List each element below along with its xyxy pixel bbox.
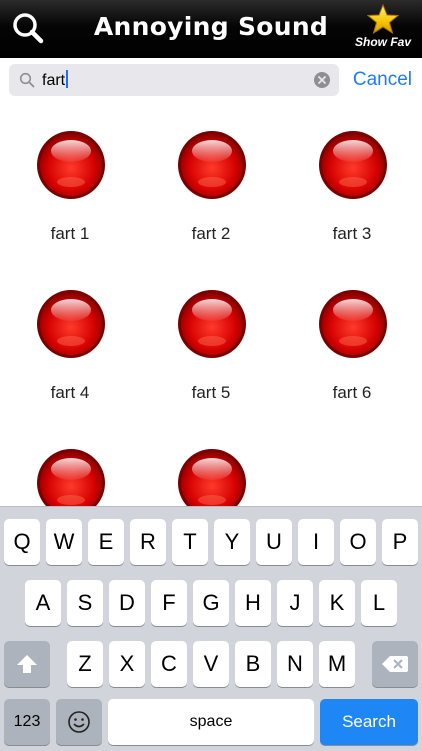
key-l[interactable]: L xyxy=(361,580,397,626)
sound-play-button[interactable] xyxy=(36,289,106,359)
show-fav-label: Show Fav xyxy=(354,35,411,49)
search-row: fart Cancel xyxy=(0,58,422,104)
sound-grid: fart 1 fart 2 fart 3 fart 4 fart 5 fart 6 xyxy=(0,104,422,506)
key-g[interactable]: G xyxy=(193,580,229,626)
key-q[interactable]: Q xyxy=(4,519,40,565)
shift-key[interactable] xyxy=(4,641,50,687)
key-z[interactable]: Z xyxy=(67,641,103,687)
sound-item: fart 6 xyxy=(282,263,422,413)
top-bar: Annoying Sound Show Fav xyxy=(0,0,422,58)
backspace-icon xyxy=(382,656,408,672)
sound-label: fart 6 xyxy=(332,383,372,402)
search-input[interactable]: fart xyxy=(9,64,339,96)
emoji-key[interactable] xyxy=(56,699,102,745)
sound-item xyxy=(141,422,281,506)
key-b[interactable]: B xyxy=(235,641,271,687)
emoji-icon xyxy=(68,711,90,733)
search-icon xyxy=(19,72,35,88)
key-w[interactable]: W xyxy=(46,519,82,565)
key-i[interactable]: I xyxy=(298,519,334,565)
sound-play-button[interactable] xyxy=(36,448,106,506)
key-e[interactable]: E xyxy=(88,519,124,565)
show-fav-button[interactable]: Show Fav xyxy=(350,4,416,54)
cancel-button[interactable]: Cancel xyxy=(353,69,412,91)
sound-item: fart 5 xyxy=(141,263,281,413)
key-x[interactable]: X xyxy=(109,641,145,687)
sound-item: fart 2 xyxy=(141,104,281,254)
key-m[interactable]: M xyxy=(319,641,355,687)
delete-key[interactable] xyxy=(372,641,418,687)
key-p[interactable]: P xyxy=(382,519,418,565)
sound-play-button[interactable] xyxy=(177,289,247,359)
sound-label: fart 5 xyxy=(191,383,231,402)
sound-label: fart 2 xyxy=(191,224,231,243)
sound-play-button[interactable] xyxy=(36,130,106,200)
key-o[interactable]: O xyxy=(340,519,376,565)
numbers-key[interactable]: 123 xyxy=(4,699,50,745)
key-r[interactable]: R xyxy=(130,519,166,565)
space-key[interactable]: space xyxy=(108,699,314,745)
star-icon xyxy=(367,4,399,34)
key-j[interactable]: J xyxy=(277,580,313,626)
sound-play-button[interactable] xyxy=(318,130,388,200)
key-s[interactable]: S xyxy=(67,580,103,626)
sound-item: fart 1 xyxy=(0,104,140,254)
key-k[interactable]: K xyxy=(319,580,355,626)
key-v[interactable]: V xyxy=(193,641,229,687)
sound-label: fart 3 xyxy=(332,224,372,243)
text-caret xyxy=(66,70,69,88)
key-f[interactable]: F xyxy=(151,580,187,626)
search-key[interactable]: Search xyxy=(320,699,418,745)
key-y[interactable]: Y xyxy=(214,519,250,565)
key-t[interactable]: T xyxy=(172,519,208,565)
sound-item: fart 3 xyxy=(282,104,422,254)
key-u[interactable]: U xyxy=(256,519,292,565)
key-h[interactable]: H xyxy=(235,580,271,626)
clear-icon[interactable] xyxy=(314,72,330,88)
sound-play-button[interactable] xyxy=(177,130,247,200)
key-a[interactable]: A xyxy=(25,580,61,626)
key-n[interactable]: N xyxy=(277,641,313,687)
sound-label: fart 4 xyxy=(50,383,90,402)
key-c[interactable]: C xyxy=(151,641,187,687)
sound-item: fart 4 xyxy=(0,263,140,413)
key-d[interactable]: D xyxy=(109,580,145,626)
search-input-value: fart xyxy=(42,70,69,90)
sound-play-button[interactable] xyxy=(318,289,388,359)
shift-icon xyxy=(17,655,37,673)
sound-play-button[interactable] xyxy=(177,448,247,506)
sound-item xyxy=(0,422,140,506)
sound-label: fart 1 xyxy=(50,224,90,243)
keyboard: 123 space Search QWERTYUIOP ASDFGHJKL ZXCV… xyxy=(0,506,422,751)
